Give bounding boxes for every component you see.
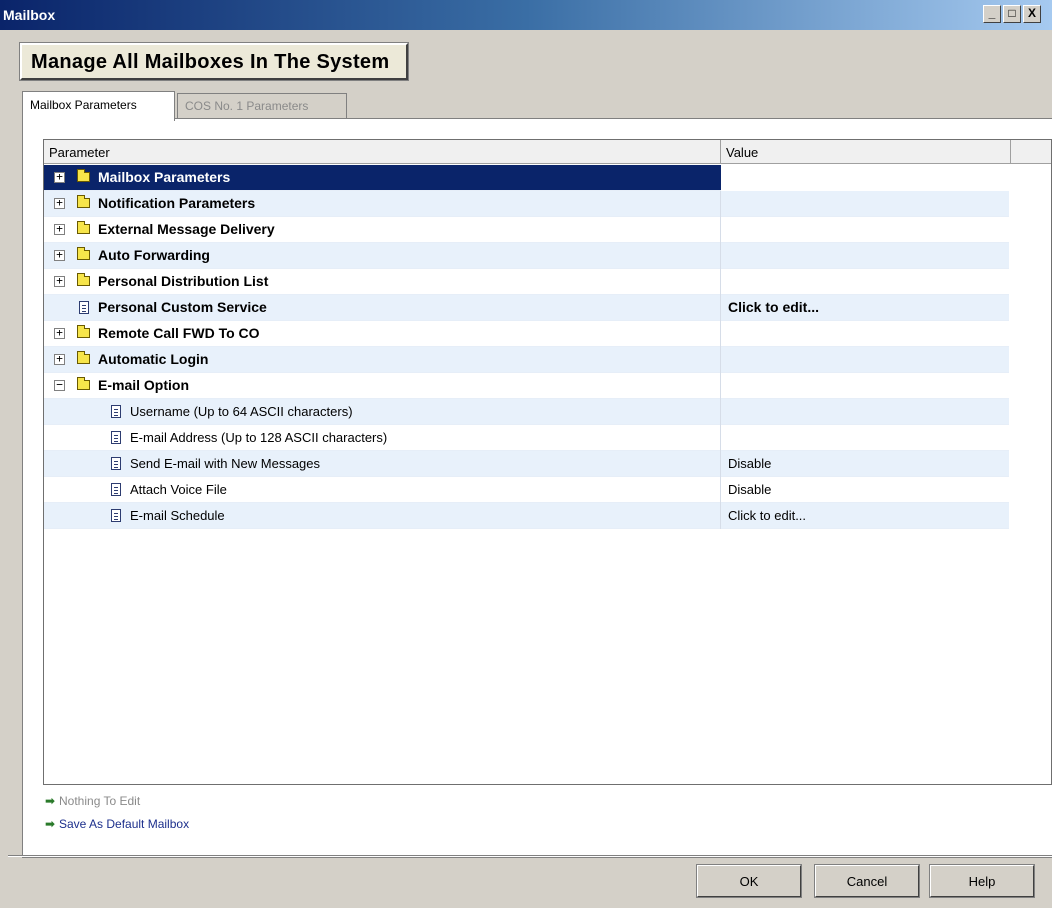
column-divider [720, 321, 721, 347]
close-button[interactable]: X [1023, 5, 1041, 23]
tree-row-label: Personal Custom Service [98, 299, 267, 315]
document-icon [79, 301, 89, 314]
folder-icon [77, 195, 90, 208]
tree-row-value[interactable]: Disable [728, 482, 771, 497]
tree-row[interactable]: Attach Voice File Disable [44, 477, 1009, 503]
tree-row-label: Mailbox Parameters [98, 169, 231, 185]
tree-row[interactable]: + External Message Delivery [44, 217, 1009, 243]
expand-icon[interactable]: + [54, 171, 65, 183]
expand-icon[interactable]: + [54, 275, 65, 287]
collapse-icon[interactable]: − [54, 379, 65, 391]
nothing-to-edit-link: ➡ Nothing To Edit [45, 794, 141, 808]
column-header-parameter[interactable]: Parameter [44, 140, 721, 164]
folder-icon [77, 169, 90, 182]
column-header-value[interactable]: Value [721, 140, 1011, 164]
column-divider [720, 347, 721, 373]
tree-row-label: External Message Delivery [98, 221, 275, 237]
column-divider [720, 191, 721, 217]
tree-row-label: Personal Distribution List [98, 273, 269, 289]
folder-icon [77, 273, 90, 286]
folder-icon [77, 325, 90, 338]
tree-row[interactable]: + Remote Call FWD To CO [44, 321, 1009, 347]
manage-mailboxes-header: Manage All Mailboxes In The System [19, 42, 409, 81]
title-bar: Mailbox _ □ X [0, 0, 1052, 30]
save-default-mailbox-link[interactable]: ➡ Save As Default Mailbox [45, 817, 189, 831]
minimize-button[interactable]: _ [983, 5, 1001, 23]
column-divider [720, 477, 721, 503]
column-divider [720, 503, 721, 529]
tree-row-value[interactable]: Click to edit... [728, 508, 806, 523]
value-cell-background [721, 165, 1009, 191]
column-divider [720, 217, 721, 243]
tree-row[interactable]: E-mail Schedule Click to edit... [44, 503, 1009, 529]
arrow-right-icon: ➡ [45, 817, 56, 831]
document-icon [111, 431, 121, 444]
tree-row[interactable]: Send E-mail with New Messages Disable [44, 451, 1009, 477]
expand-icon[interactable]: + [54, 327, 65, 339]
expand-icon[interactable]: + [54, 197, 65, 209]
folder-icon [77, 351, 90, 364]
tree-row-label: E-mail Option [98, 377, 189, 393]
folder-icon [77, 247, 90, 260]
expand-icon[interactable]: + [54, 223, 65, 235]
tree-row-label: Remote Call FWD To CO [98, 325, 260, 341]
expand-icon[interactable]: + [54, 249, 65, 261]
column-divider [720, 269, 721, 295]
folder-icon [77, 377, 90, 390]
ok-button[interactable]: OK [696, 864, 802, 898]
tab-mailbox-parameters[interactable]: Mailbox Parameters [22, 91, 175, 121]
column-divider [720, 399, 721, 425]
tree-row[interactable]: + Mailbox Parameters [44, 165, 1009, 191]
tree-row-label: E-mail Address (Up to 128 ASCII characte… [130, 430, 388, 445]
tree-row-value[interactable]: Click to edit... [728, 299, 819, 315]
tree-row[interactable]: + Notification Parameters [44, 191, 1009, 217]
tree-row[interactable]: − E-mail Option [44, 373, 1009, 399]
help-button[interactable]: Help [929, 864, 1035, 898]
column-header-filler [1011, 140, 1051, 164]
tree-row-label: Auto Forwarding [98, 247, 210, 263]
tree-row-label: Username (Up to 64 ASCII characters) [130, 404, 353, 419]
document-icon [111, 483, 121, 496]
maximize-button[interactable]: □ [1003, 5, 1021, 23]
tab-cos-parameters[interactable]: COS No. 1 Parameters [177, 93, 347, 119]
tree-row-label: Attach Voice File [130, 482, 227, 497]
tree-row[interactable]: + Personal Distribution List [44, 269, 1009, 295]
tree-row[interactable]: E-mail Address (Up to 128 ASCII characte… [44, 425, 1009, 451]
tree-row-label: E-mail Schedule [130, 508, 225, 523]
column-divider [720, 243, 721, 269]
folder-icon [77, 221, 90, 234]
tree-row-label: Notification Parameters [98, 195, 256, 211]
arrow-right-icon: ➡ [45, 794, 56, 808]
parameter-tree[interactable]: Parameter Value + Mailbox Parameters + Noti… [43, 139, 1052, 785]
column-divider [720, 295, 721, 321]
tree-row-label: Send E-mail with New Messages [130, 456, 321, 471]
footer-divider [8, 855, 1052, 857]
tree-row[interactable]: + Automatic Login [44, 347, 1009, 373]
tree-row[interactable]: Username (Up to 64 ASCII characters) [44, 399, 1009, 425]
column-divider [720, 451, 721, 477]
column-divider [720, 425, 721, 451]
window-title: Mailbox [3, 7, 56, 23]
column-divider [720, 373, 721, 399]
document-icon [111, 457, 121, 470]
tree-row-value[interactable]: Disable [728, 456, 771, 471]
document-icon [111, 509, 121, 522]
tree-row[interactable]: + Auto Forwarding [44, 243, 1009, 269]
tree-row-label: Automatic Login [98, 351, 209, 367]
tree-row[interactable]: Personal Custom Service Click to edit... [44, 295, 1009, 321]
cancel-button[interactable]: Cancel [814, 864, 920, 898]
expand-icon[interactable]: + [54, 353, 65, 365]
document-icon [111, 405, 121, 418]
